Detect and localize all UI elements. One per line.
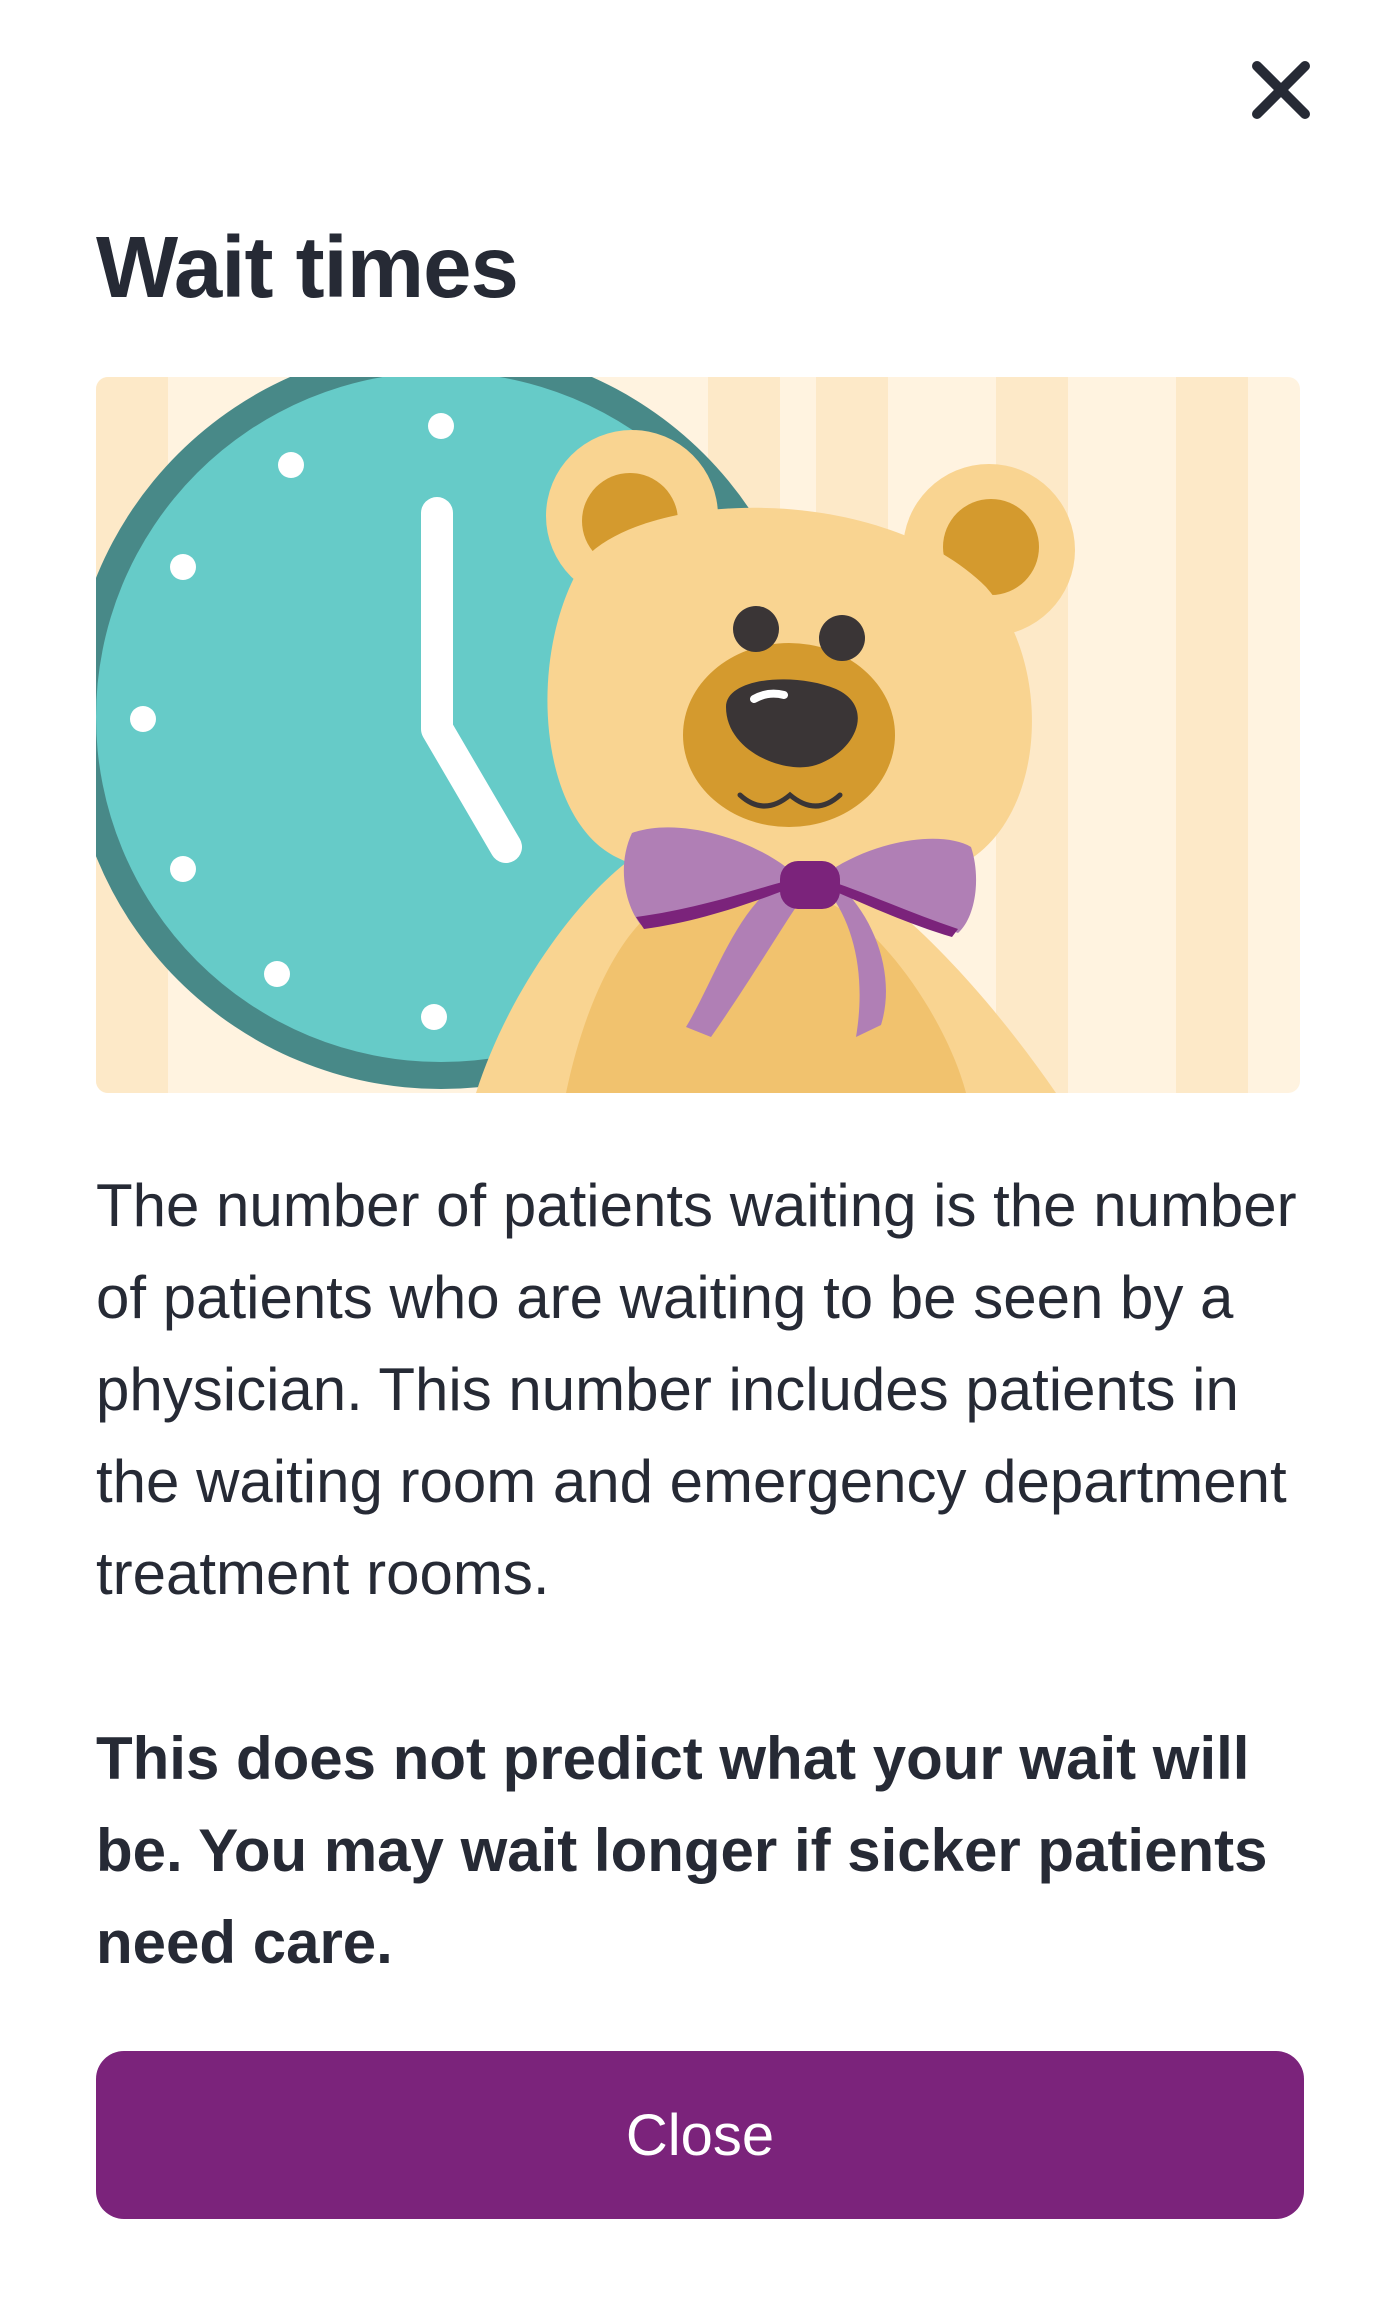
description-text: The number of patients waiting is the nu… [96, 1172, 1297, 1607]
close-button[interactable]: Close [96, 2051, 1304, 2219]
warning-text: This does not predict what your wait wil… [96, 1725, 1268, 1976]
close-icon[interactable] [1241, 50, 1321, 130]
clock-and-teddy-bear-illustration [96, 377, 1300, 1093]
page-title: Wait times [96, 219, 519, 316]
